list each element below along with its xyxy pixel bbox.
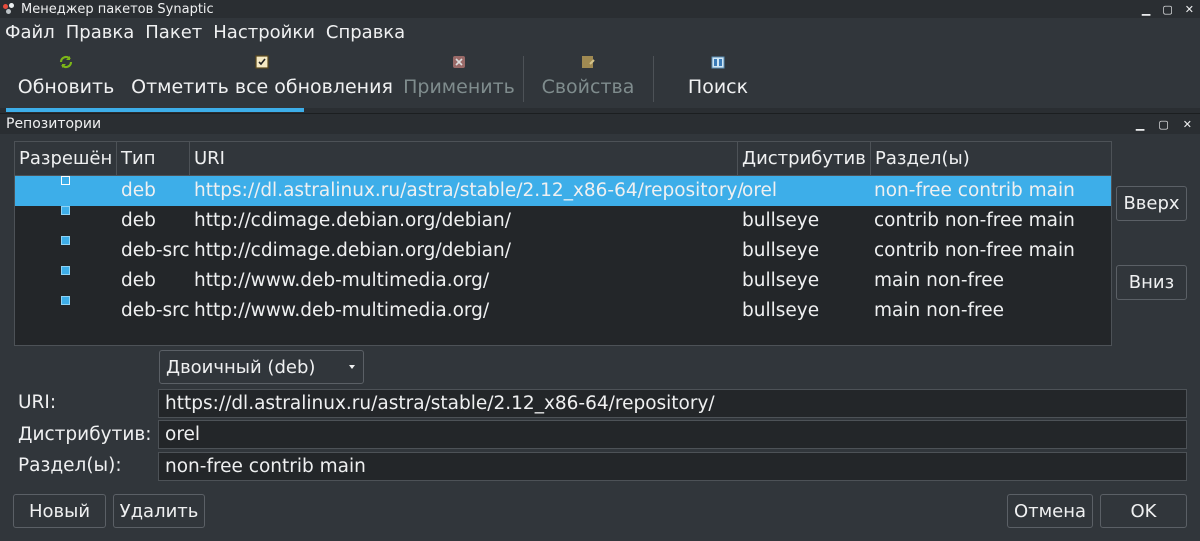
search-label: Поиск bbox=[687, 76, 749, 98]
uri-field[interactable]: https://dl.astralinux.ru/astra/stable/2.… bbox=[158, 389, 1187, 418]
sections-field[interactable]: non-free contrib main bbox=[158, 452, 1187, 481]
row-type: deb-src bbox=[121, 300, 190, 321]
table-row[interactable]: deb-src http://www.deb-multimedia.org/bul… bbox=[15, 296, 1111, 326]
row-uri: http://cdimage.debian.org/debian/ bbox=[194, 240, 511, 261]
column-type[interactable]: Тип bbox=[117, 142, 190, 175]
menu-package[interactable]: Пакет bbox=[140, 22, 208, 43]
search-icon bbox=[711, 56, 725, 69]
row-uri: http://www.deb-multimedia.org/ bbox=[194, 300, 490, 321]
enabled-checkbox[interactable] bbox=[61, 266, 70, 275]
move-up-button[interactable]: Вверх bbox=[1116, 186, 1187, 221]
toolbar-separator bbox=[653, 56, 654, 102]
repositories-dialog: Репозитории ▁ ▢ ✕ Разрешён Тип URI Дистр… bbox=[0, 113, 1200, 541]
table-row[interactable]: deb http://cdimage.debian.org/debian/bull… bbox=[15, 206, 1111, 236]
window-titlebar: Менеджер пакетов Synaptic ▁ ▢ ✕ bbox=[0, 0, 1200, 18]
row-uri: https://dl.astralinux.ru/astra/stable/2.… bbox=[194, 180, 744, 201]
move-down-button[interactable]: Вниз bbox=[1116, 265, 1187, 300]
repositories-table: Разрешён Тип URI Дистрибутив Раздел(ы) d… bbox=[14, 141, 1112, 346]
close-icon[interactable]: ✕ bbox=[1185, 3, 1194, 16]
dialog-title: Репозитории bbox=[6, 116, 102, 132]
row-uri: http://cdimage.debian.org/debian/ bbox=[194, 210, 511, 231]
mark-all-upgrades-button[interactable]: Отметить все обновления bbox=[130, 50, 394, 108]
distribution-label: Дистрибутив: bbox=[18, 424, 152, 445]
row-sections: non-free contrib main bbox=[874, 180, 1075, 201]
enabled-checkbox[interactable] bbox=[61, 296, 70, 305]
dialog-close-icon[interactable]: ✕ bbox=[1183, 118, 1192, 131]
table-row[interactable]: deb-src http://cdimage.debian.org/debian/… bbox=[15, 236, 1111, 266]
apply-label: Применить bbox=[403, 76, 515, 98]
dialog-maximize-icon[interactable]: ▢ bbox=[1158, 118, 1168, 131]
properties-label: Свойства bbox=[541, 76, 635, 98]
synaptic-app-icon bbox=[3, 3, 15, 15]
minimize-icon[interactable]: ▁ bbox=[1142, 3, 1150, 16]
distribution-field[interactable]: orel bbox=[158, 420, 1187, 449]
maximize-icon[interactable]: ▢ bbox=[1162, 3, 1172, 16]
enabled-checkbox[interactable] bbox=[61, 236, 70, 245]
mark-upgrades-icon bbox=[255, 55, 269, 69]
row-type: deb bbox=[121, 210, 156, 231]
row-distribution: bullseye bbox=[742, 240, 820, 261]
row-sections: contrib non-free main bbox=[874, 240, 1075, 261]
row-distribution: bullseye bbox=[742, 270, 820, 291]
row-distribution: bullseye bbox=[742, 210, 820, 231]
new-button[interactable]: Новый bbox=[13, 494, 106, 528]
apply-icon bbox=[453, 56, 465, 68]
delete-button[interactable]: Удалить bbox=[113, 494, 205, 528]
reload-button[interactable]: Обновить bbox=[10, 50, 122, 108]
row-type: deb bbox=[121, 180, 156, 201]
menu-edit[interactable]: Правка bbox=[61, 22, 141, 43]
row-uri: http://www.deb-multimedia.org/ bbox=[194, 270, 490, 291]
uri-label: URI: bbox=[18, 392, 57, 413]
menu-bar: Файл Правка Пакет Настройки Справка bbox=[0, 18, 1200, 46]
row-sections: main non-free bbox=[874, 300, 1005, 321]
menu-settings[interactable]: Настройки bbox=[208, 22, 321, 43]
mark-all-label: Отметить все обновления bbox=[131, 76, 393, 98]
apply-button[interactable]: Применить bbox=[400, 50, 518, 108]
ok-button[interactable]: OK bbox=[1100, 494, 1187, 528]
column-uri[interactable]: URI bbox=[190, 142, 738, 175]
enabled-checkbox[interactable] bbox=[61, 206, 70, 215]
toolbar-separator bbox=[523, 56, 524, 102]
repository-type-select[interactable]: Двоичный (deb) bbox=[159, 350, 364, 384]
cancel-button[interactable]: Отмена bbox=[1007, 494, 1093, 528]
reload-icon bbox=[59, 55, 73, 69]
row-sections: main non-free bbox=[874, 270, 1005, 291]
row-type: deb bbox=[121, 270, 156, 291]
properties-button[interactable]: Свойства bbox=[528, 50, 648, 108]
search-button[interactable]: Поиск bbox=[672, 50, 764, 108]
reload-label: Обновить bbox=[17, 76, 115, 98]
row-distribution: orel bbox=[742, 180, 778, 201]
column-distribution[interactable]: Дистрибутив bbox=[738, 142, 871, 175]
properties-icon bbox=[582, 56, 595, 68]
active-tab-indicator bbox=[6, 108, 304, 112]
sections-label: Раздел(ы): bbox=[18, 455, 122, 476]
column-sections[interactable]: Раздел(ы) bbox=[871, 142, 1111, 175]
enabled-checkbox[interactable] bbox=[61, 176, 70, 185]
table-row[interactable]: deb http://www.deb-multimedia.org/bullsey… bbox=[15, 266, 1111, 296]
dialog-titlebar: Репозитории ▁ ▢ ✕ bbox=[0, 114, 1200, 134]
table-row[interactable]: deb https://dl.astralinux.ru/astra/stable… bbox=[15, 176, 1111, 206]
menu-help[interactable]: Справка bbox=[321, 22, 411, 43]
repository-type-value: Двоичный (deb) bbox=[166, 356, 316, 378]
row-sections: contrib non-free main bbox=[874, 210, 1075, 231]
row-type: deb-src bbox=[121, 240, 190, 261]
column-enabled[interactable]: Разрешён bbox=[15, 142, 117, 175]
toolbar: Обновить Отметить все обновления Примени… bbox=[0, 50, 1200, 108]
dropdown-arrow-icon bbox=[349, 365, 355, 369]
table-header: Разрешён Тип URI Дистрибутив Раздел(ы) bbox=[15, 142, 1111, 176]
window-title: Менеджер пакетов Synaptic bbox=[21, 1, 214, 17]
dialog-minimize-icon[interactable]: ▁ bbox=[1136, 118, 1144, 131]
menu-file[interactable]: Файл bbox=[0, 22, 61, 43]
row-distribution: bullseye bbox=[742, 300, 820, 321]
